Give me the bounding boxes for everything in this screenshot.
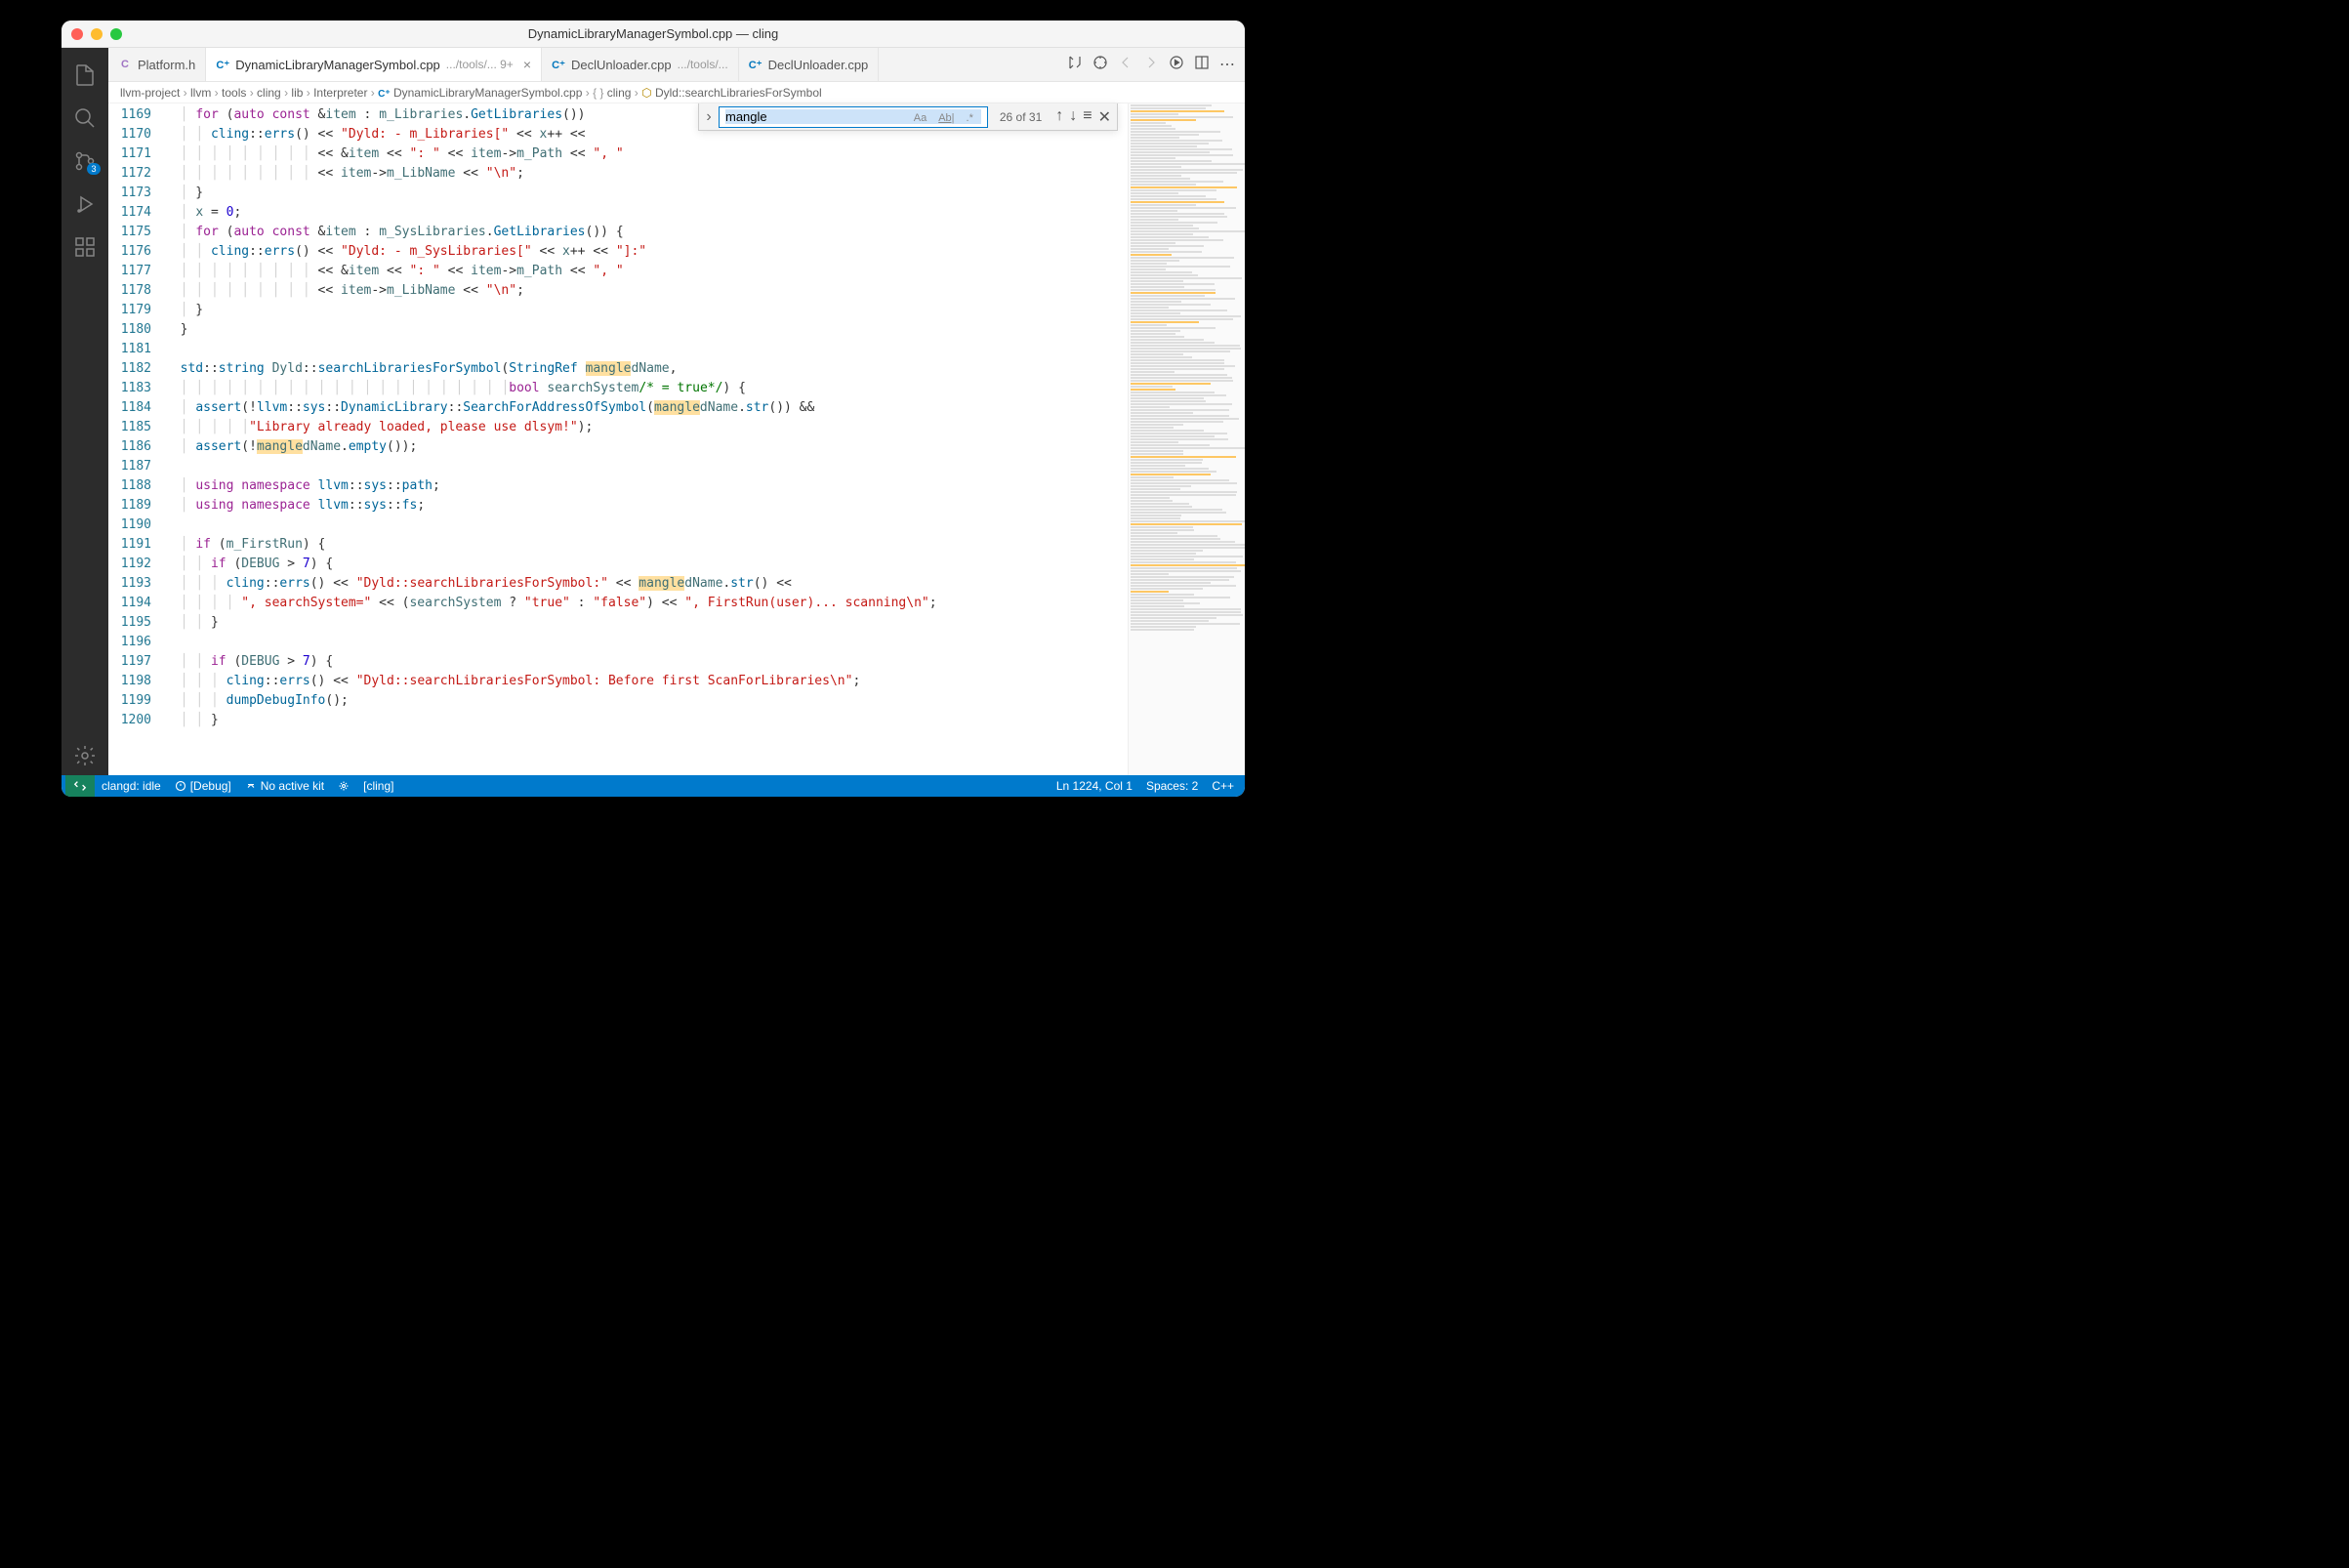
breadcrumb-ns[interactable]: cling: [607, 86, 632, 100]
prev-change-icon[interactable]: [1118, 55, 1133, 75]
code-editor[interactable]: │ for (auto const &item : m_Libraries.Ge…: [165, 103, 1128, 775]
status-lang[interactable]: C++: [1205, 779, 1241, 793]
settings-gear-icon[interactable]: [62, 736, 108, 775]
status-cursor-pos[interactable]: Ln 1224, Col 1: [1050, 779, 1139, 793]
find-toggle-replace[interactable]: ›: [699, 108, 719, 126]
split-editor-icon[interactable]: [1194, 55, 1210, 75]
breadcrumb-file[interactable]: DynamicLibraryManagerSymbol.cpp: [393, 86, 582, 100]
tab-label: DeclUnloader.cpp: [768, 58, 869, 72]
run-debug-icon[interactable]: [62, 185, 108, 224]
find-result-count: 26 of 31: [992, 110, 1050, 124]
find-input-wrap: Aa Ab| .*: [719, 106, 988, 128]
search-icon[interactable]: [62, 99, 108, 138]
close-window[interactable]: [71, 28, 83, 40]
line-gutter: 1169 1170 1171 1172 1173 1174 1175 1176 …: [108, 103, 165, 775]
tab-label: Platform.h: [138, 58, 195, 72]
file-icon: C⁺: [749, 58, 762, 71]
editor-tab[interactable]: C⁺ DeclUnloader.cpp .../tools/...: [542, 48, 739, 81]
explorer-icon[interactable]: [62, 56, 108, 95]
breadcrumb-segment[interactable]: llvm: [190, 86, 211, 100]
editor-area: 1169 1170 1171 1172 1173 1174 1175 1176 …: [108, 103, 1245, 775]
file-icon: C⁺: [216, 58, 229, 71]
status-spaces[interactable]: Spaces: 2: [1139, 779, 1205, 793]
traffic-lights: [71, 28, 122, 40]
find-widget: › Aa Ab| .* 26 of 31 ↑ ↓ ≡ ✕: [698, 103, 1118, 131]
find-regex[interactable]: .*: [963, 110, 977, 126]
find-in-selection-icon[interactable]: ≡: [1083, 107, 1092, 127]
run-icon[interactable]: [1092, 55, 1108, 75]
file-icon: C⁺: [552, 58, 565, 71]
window-title: DynamicLibraryManagerSymbol.cpp — cling: [62, 26, 1245, 41]
editor-tabs: C Platform.h C⁺ DynamicLibraryManagerSymbol…: [108, 48, 1245, 82]
app-body: 3 C Platform.h C⁺ DynamicLibraryManagerSymb…: [62, 48, 1245, 775]
maximize-window[interactable]: [110, 28, 122, 40]
editor-tab[interactable]: C Platform.h: [108, 48, 206, 81]
next-change-icon[interactable]: [1143, 55, 1159, 75]
status-bar: clangd: idle [Debug] No active kit [clin…: [62, 775, 1245, 797]
status-clangd[interactable]: clangd: idle: [95, 779, 168, 793]
tab-label: DynamicLibraryManagerSymbol.cpp: [235, 58, 440, 72]
editor-tab[interactable]: C⁺ DynamicLibraryManagerSymbol.cpp .../too…: [206, 48, 542, 81]
tab-path: .../tools/... 9+: [446, 58, 514, 71]
breadcrumb-segment[interactable]: Interpreter: [313, 86, 367, 100]
breadcrumb[interactable]: llvm-project › llvm › tools › cling › li…: [108, 82, 1245, 103]
find-case-sensitive[interactable]: Aa: [910, 110, 930, 126]
tab-path: .../tools/...: [678, 58, 728, 71]
find-prev-icon[interactable]: ↑: [1055, 107, 1063, 127]
status-cling[interactable]: [cling]: [356, 779, 400, 793]
editor-tab[interactable]: C⁺ DeclUnloader.cpp: [739, 48, 880, 81]
breadcrumb-segment[interactable]: lib: [291, 86, 303, 100]
find-next-icon[interactable]: ↓: [1069, 107, 1077, 127]
extensions-icon[interactable]: [62, 227, 108, 267]
status-kit[interactable]: No active kit: [238, 779, 331, 793]
find-close-icon[interactable]: ✕: [1098, 107, 1111, 127]
titlebar: DynamicLibraryManagerSymbol.cpp — cling: [62, 21, 1245, 48]
find-whole-word[interactable]: Ab|: [934, 110, 958, 126]
compare-changes-icon[interactable]: [1067, 55, 1083, 75]
editor-actions: ⋯: [1057, 48, 1245, 81]
tab-label: DeclUnloader.cpp: [571, 58, 672, 72]
more-actions-icon[interactable]: ⋯: [1219, 55, 1235, 74]
minimap[interactable]: [1128, 103, 1245, 775]
main-column: C Platform.h C⁺ DynamicLibraryManagerSymbol…: [108, 48, 1245, 775]
vscode-window: DynamicLibraryManagerSymbol.cpp — cling …: [62, 21, 1245, 797]
breadcrumb-symbol[interactable]: Dyld::searchLibrariesForSymbol: [655, 86, 822, 100]
breadcrumb-segment[interactable]: cling: [257, 86, 281, 100]
remote-indicator[interactable]: [65, 775, 95, 797]
run-code-icon[interactable]: [1169, 55, 1184, 75]
scm-badge: 3: [87, 163, 101, 175]
breadcrumb-segment[interactable]: llvm-project: [120, 86, 180, 100]
tab-close-icon[interactable]: ×: [523, 57, 531, 72]
source-control-icon[interactable]: 3: [62, 142, 108, 181]
status-debug[interactable]: [Debug]: [168, 779, 238, 793]
minimize-window[interactable]: [91, 28, 103, 40]
status-build-gear-icon[interactable]: [331, 780, 356, 792]
activity-bar: 3: [62, 48, 108, 775]
file-icon: C: [118, 58, 132, 71]
breadcrumb-segment[interactable]: tools: [222, 86, 246, 100]
